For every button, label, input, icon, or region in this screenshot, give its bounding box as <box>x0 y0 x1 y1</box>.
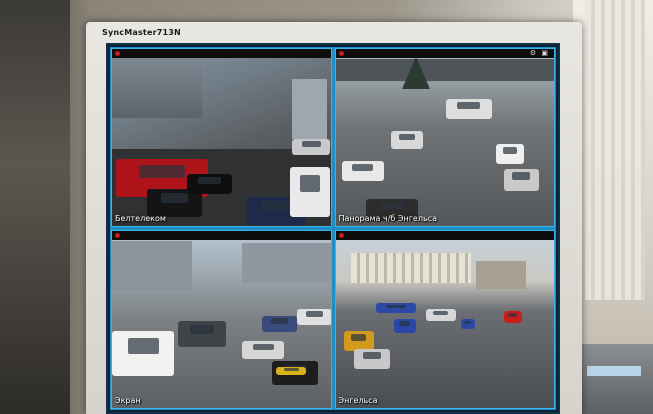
camera-3-header <box>112 231 331 240</box>
monitor-brand-label: SyncMaster713N <box>102 28 181 37</box>
camera-view-4[interactable]: Энгельса <box>334 230 555 409</box>
settings-icon[interactable]: ⚙ <box>530 50 536 57</box>
camera-label: Панорама ч/б Энгельса <box>338 214 437 223</box>
camera-4-header <box>335 231 554 240</box>
record-dot-icon <box>115 51 120 56</box>
camera-2-header: ⚙ ▣ <box>335 49 554 58</box>
camera-label: Экран <box>115 396 141 405</box>
camera-view-3[interactable]: Экран <box>111 230 332 409</box>
cctv-screen: Белтелеком ⚙ ▣ Панорама ч/б Энгельса Экр… <box>106 43 560 414</box>
background-wall-left <box>0 0 70 414</box>
fullscreen-icon[interactable]: ▣ <box>541 50 548 57</box>
record-dot-icon <box>115 233 120 238</box>
monitor: SyncMaster713N Белтелеком ⚙ ▣ Панорама ч… <box>86 22 582 414</box>
record-dot-icon <box>338 233 344 238</box>
camera-1-header <box>112 49 331 58</box>
camera-view-2[interactable]: ⚙ ▣ Панорама ч/б Энгельса <box>334 48 555 227</box>
record-dot-icon <box>338 51 344 56</box>
desk-device <box>573 344 653 414</box>
background-window <box>573 0 653 414</box>
camera-label: Белтелеком <box>115 214 166 223</box>
curtain <box>585 0 645 300</box>
camera-grid: Белтелеком ⚙ ▣ Панорама ч/б Энгельса Экр… <box>110 47 556 410</box>
camera-label: Энгельса <box>338 396 378 405</box>
camera-view-1[interactable]: Белтелеком <box>111 48 332 227</box>
